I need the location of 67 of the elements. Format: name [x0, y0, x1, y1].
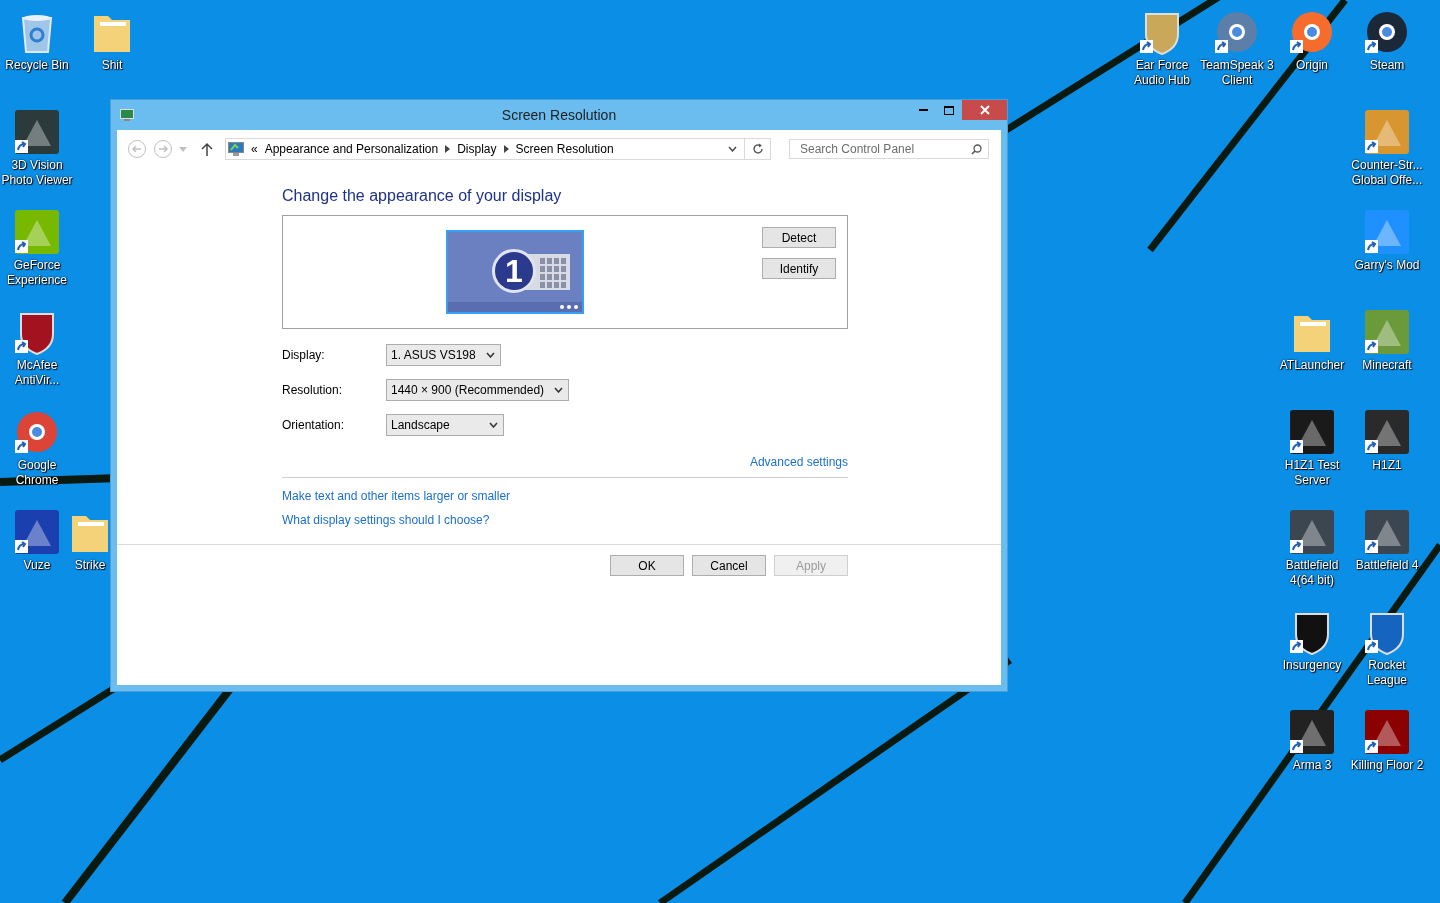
breadcrumb[interactable]: Display — [457, 142, 497, 156]
dialog-button[interactable]: Cancel — [692, 555, 766, 576]
icon-label: Shit — [101, 58, 123, 73]
icon-label: Battlefield 4(64 bit) — [1284, 558, 1340, 588]
icon-label: 3D Vision Photo Viewer — [0, 158, 74, 188]
display-number: 1 — [492, 249, 536, 293]
icon-label: Arma 3 — [1292, 758, 1332, 773]
icon-label: Recycle Bin — [5, 58, 69, 73]
icon-label: H1Z1 Test Server — [1283, 458, 1341, 488]
app-icon[interactable] — [1363, 408, 1411, 456]
address-bar[interactable]: « Appearance and Personalization Display Screen Resolution — [225, 138, 771, 160]
help-link[interactable]: Make text and other items larger or smaller — [282, 489, 511, 503]
dialog-button[interactable]: OK — [610, 555, 684, 576]
icon-label: Garry's Mod — [1354, 258, 1420, 273]
app-icon[interactable] — [1288, 408, 1336, 456]
icon-label: Ear Force Audio Hub — [1132, 58, 1191, 88]
app-icon[interactable] — [1288, 508, 1336, 556]
icon-label: Google Chrome — [14, 458, 60, 488]
icon-label: Killing Floor 2 — [1350, 758, 1424, 773]
refresh-icon[interactable] — [752, 143, 764, 155]
icon-label: Counter-Str... Global Offe... — [1350, 158, 1424, 188]
icon-label: Insurgency — [1282, 658, 1342, 673]
icon-label: McAfee AntiVir... — [13, 358, 61, 388]
setting-label: Resolution: — [282, 383, 344, 397]
overflow-chevron[interactable]: « — [251, 142, 258, 156]
search-icon[interactable] — [971, 143, 982, 155]
app-icon[interactable] — [1363, 508, 1411, 556]
monitor-icon — [120, 109, 134, 121]
icon-label: TeamSpeak 3 Client — [1200, 58, 1274, 88]
breadcrumb[interactable]: Appearance and Personalization — [264, 142, 439, 156]
icon-label: GeForce Experience — [5, 258, 68, 288]
page-heading: Change the appearance of your display — [282, 187, 563, 205]
window-title: Screen Resolution — [501, 107, 617, 123]
taskbar-dots-icon — [448, 302, 582, 312]
minimize-icon — [918, 109, 928, 111]
control-panel-icon — [228, 142, 244, 156]
icon-label: Steam — [1369, 58, 1405, 73]
monitor-thumbnail[interactable]: 1 — [446, 230, 584, 314]
app-icon[interactable] — [13, 508, 61, 556]
app-icon[interactable] — [13, 108, 61, 156]
up-arrow-icon[interactable] — [201, 142, 213, 156]
dialog-button[interactable]: Identify — [762, 258, 836, 279]
maximize-icon — [944, 105, 954, 115]
icon-label: Vuze — [23, 558, 51, 573]
icon-label: Origin — [1296, 58, 1328, 73]
app-icon[interactable] — [1363, 708, 1411, 756]
setting-dropdown[interactable]: Landscape — [386, 414, 504, 436]
search-field[interactable]: Search Control Panel — [789, 139, 989, 159]
icon-label: Strike — [74, 558, 106, 573]
setting-label: Orientation: — [282, 418, 346, 432]
breadcrumb-separator-icon[interactable] — [503, 145, 509, 153]
close-icon — [979, 105, 990, 115]
dialog-button[interactable]: Detect — [762, 227, 836, 248]
icon-label: Minecraft — [1362, 358, 1412, 373]
breadcrumb-separator-icon[interactable] — [445, 145, 451, 153]
icon-label: Battlefield 4 — [1355, 558, 1419, 573]
setting-label: Display: — [282, 348, 326, 362]
setting-dropdown[interactable]: 1. ASUS VS198 — [386, 344, 501, 366]
breadcrumb[interactable]: Screen Resolution — [515, 142, 614, 156]
app-icon[interactable] — [1288, 708, 1336, 756]
advanced-settings-link[interactable]: Advanced settings — [749, 455, 848, 469]
icon-label: ATLauncher — [1279, 358, 1345, 373]
setting-dropdown[interactable]: 1440 × 900 (Recommended) — [386, 379, 570, 401]
close-button[interactable] — [962, 100, 1007, 120]
icon-label: Rocket League — [1365, 658, 1408, 688]
help-link[interactable]: What display settings should I choose? — [282, 513, 490, 527]
icon-label: H1Z1 — [1372, 458, 1402, 473]
